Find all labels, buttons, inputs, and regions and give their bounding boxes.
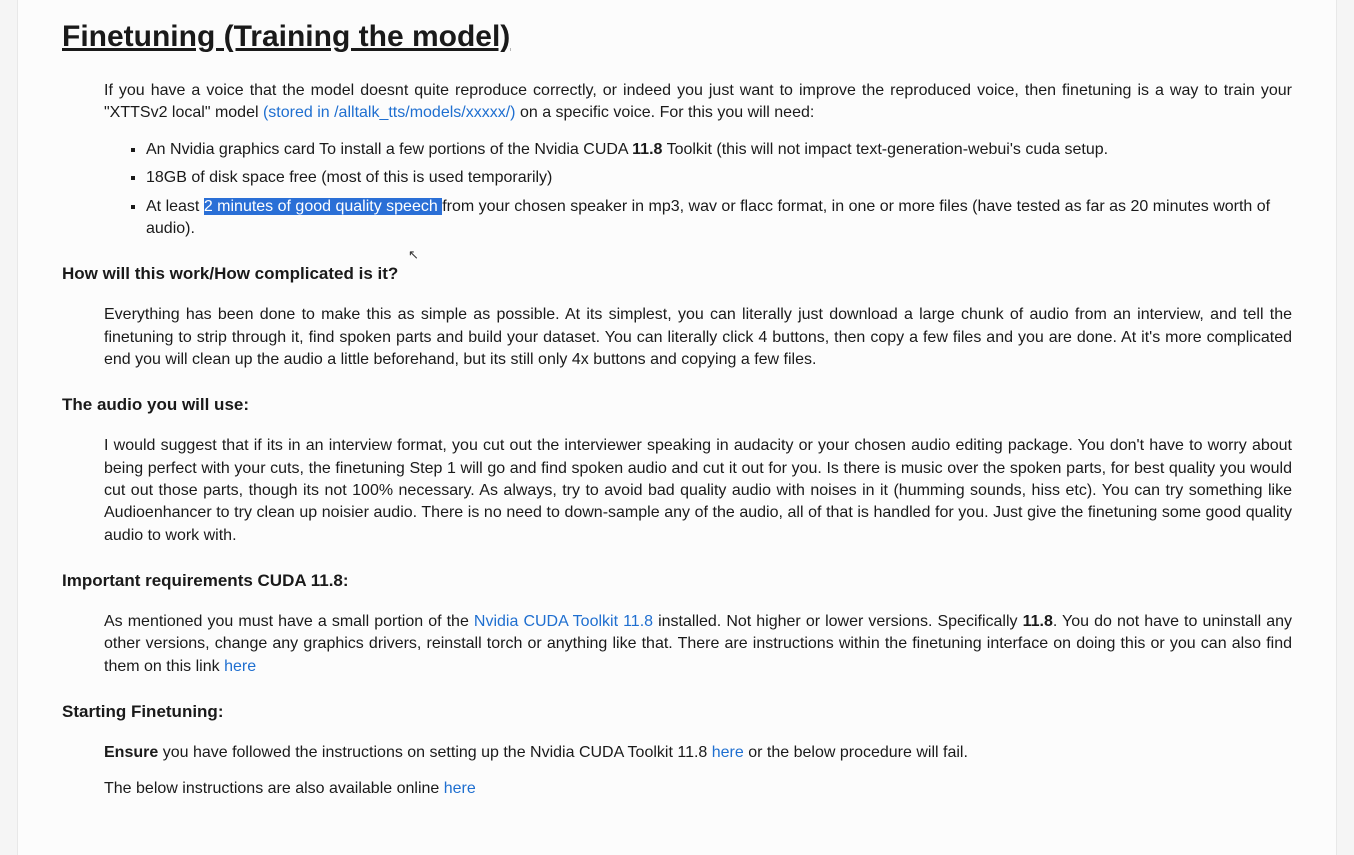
section-how-heading: How will this work/How complicated is it…	[62, 262, 1292, 286]
start-p1: Ensure you have followed the instruction…	[104, 742, 1292, 764]
start-p2: The below instructions are also availabl…	[104, 778, 1292, 800]
section-cuda-heading: Important requirements CUDA 11.8:	[62, 569, 1292, 593]
section-start-heading: Starting Finetuning:	[62, 700, 1292, 724]
req1-c: Toolkit (this will not impact text-gener…	[662, 141, 1108, 158]
cuda-b: installed. Not higher or lower versions.…	[653, 613, 1023, 630]
requirement-item-disk: 18GB of disk space free (most of this is…	[146, 167, 1292, 189]
highlighted-duration: 2 minutes of good quality speech	[204, 198, 442, 215]
intro-paragraph: If you have a voice that the model doesn…	[104, 80, 1292, 125]
req3-a: At least	[146, 198, 204, 215]
section-audio-body: I would suggest that if its in an interv…	[104, 435, 1292, 547]
requirements-list: An Nvidia graphics card To install a few…	[146, 139, 1292, 241]
start-here-link-2[interactable]: here	[444, 780, 476, 797]
cuda-here-link[interactable]: here	[224, 658, 256, 675]
req1-a: An Nvidia graphics card To install a few…	[146, 141, 632, 158]
requirement-item-audio: At least 2 minutes of good quality speec…	[146, 196, 1292, 241]
start-p1-a: you have followed the instructions on se…	[158, 744, 712, 761]
start-p1-b: or the below procedure will fail.	[744, 744, 968, 761]
req1-version: 11.8	[632, 141, 662, 158]
start-here-link-1[interactable]: here	[712, 744, 744, 761]
section-how-body: Everything has been done to make this as…	[104, 304, 1292, 371]
intro-text-2: on a specific voice. For this you will n…	[516, 104, 815, 121]
requirement-item-gpu: An Nvidia graphics card To install a few…	[146, 139, 1292, 161]
page-title: Finetuning (Training the model)	[62, 16, 1292, 58]
cuda-version-bold: 11.8	[1023, 613, 1053, 630]
cuda-toolkit-link[interactable]: Nvidia CUDA Toolkit 11.8	[474, 613, 653, 630]
section-audio-heading: The audio you will use:	[62, 393, 1292, 417]
start-p2-a: The below instructions are also availabl…	[104, 780, 444, 797]
ensure-bold: Ensure	[104, 744, 158, 761]
section-cuda-body: As mentioned you must have a small porti…	[104, 611, 1292, 678]
model-path-link[interactable]: (stored in /alltalk_tts/models/xxxxx/)	[263, 104, 516, 121]
cuda-a: As mentioned you must have a small porti…	[104, 613, 474, 630]
